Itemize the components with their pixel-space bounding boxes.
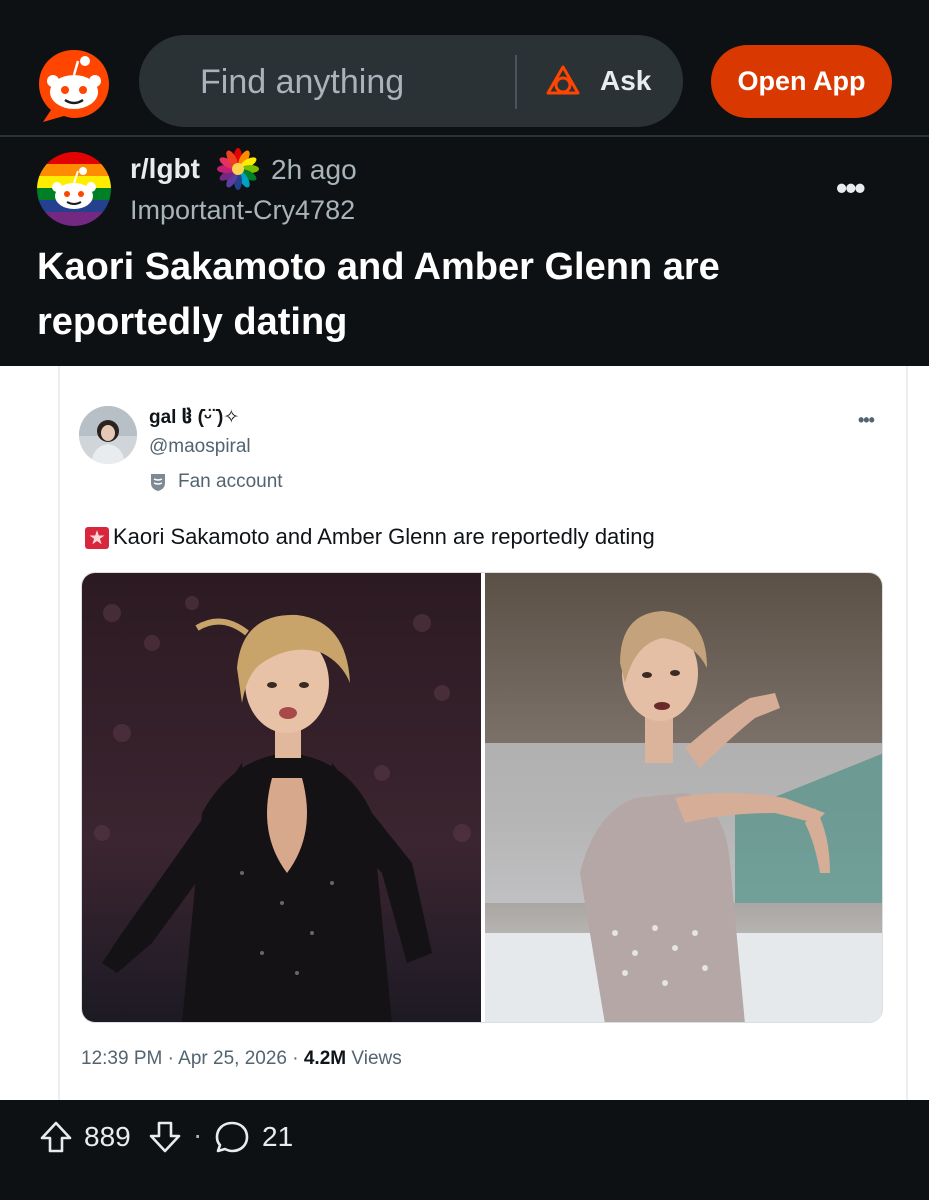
search-bar[interactable]: Find anything Ask: [139, 35, 683, 127]
tweet-display-name: gal ჱ (̇ᵕ̈ ̇)✧: [149, 407, 240, 428]
rainbow-flower-icon: [217, 148, 259, 190]
subreddit-name[interactable]: r/lgbt: [130, 153, 200, 185]
upvote-icon[interactable]: [38, 1119, 74, 1155]
post-author[interactable]: Important-Cry4782: [130, 195, 355, 226]
skater-photo-left: [82, 573, 481, 1022]
tweet-text: Kaori Sakamoto and Amber Glenn are repor…: [113, 524, 655, 549]
ask-button[interactable]: Ask: [600, 65, 651, 97]
separator-dot: ·: [193, 1119, 203, 1150]
comment-icon[interactable]: [213, 1118, 251, 1156]
search-divider: [515, 55, 517, 109]
open-app-button[interactable]: Open App: [711, 45, 892, 118]
tweet-photos: [81, 572, 883, 1023]
reddit-logo-icon[interactable]: [36, 48, 112, 124]
police-light-icon: [85, 527, 109, 549]
tweet-more-icon: •••: [858, 410, 875, 430]
vote-count: 889: [84, 1121, 131, 1152]
post-more-options-icon[interactable]: •••: [836, 170, 866, 207]
post-time: 2h ago: [271, 154, 357, 185]
skater-photo-right: [485, 573, 882, 1022]
tweet-meta: 12:39 PM · Apr 25, 2026 · 4.2M Views: [81, 1048, 402, 1070]
top-bar: Find anything Ask Open App: [0, 0, 929, 137]
tweet-avatar: [79, 406, 137, 464]
downvote-icon[interactable]: [147, 1119, 183, 1155]
comment-count[interactable]: 21: [262, 1121, 293, 1153]
ask-icon[interactable]: [544, 63, 582, 101]
post-image[interactable]: gal ჱ (̇ᵕ̈ ̇)✧ @maospiral Fan account ••…: [0, 366, 929, 1100]
post-title[interactable]: Kaori Sakamoto and Amber Glenn are repor…: [37, 240, 897, 350]
action-bar: [0, 1100, 929, 1200]
tweet-views-count: 4.2M: [303, 1048, 347, 1069]
search-input[interactable]: Find anything: [200, 63, 404, 102]
tweet-time: 12:39 PM · Apr 25, 2026 ·: [81, 1048, 304, 1069]
tweet-handle: @maospiral: [149, 436, 251, 457]
fan-account-label: Fan account: [178, 471, 283, 492]
fan-account-badge-icon: [151, 474, 165, 491]
tweet-views-label: Views: [346, 1048, 402, 1069]
subreddit-avatar[interactable]: [37, 152, 111, 226]
